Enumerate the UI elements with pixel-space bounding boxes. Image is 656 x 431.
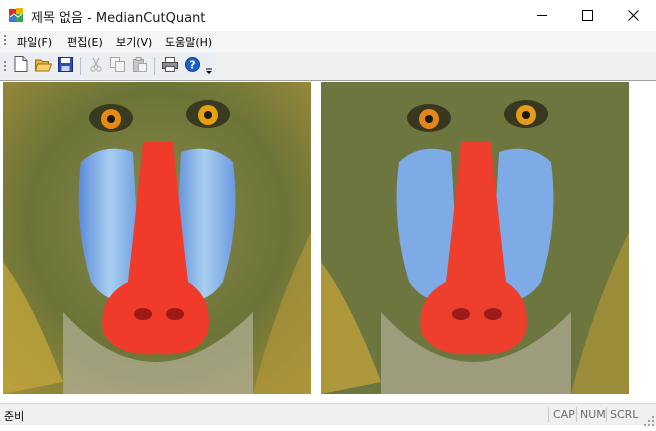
paste-button[interactable] [130, 56, 148, 76]
menu-help[interactable]: 도움말(H) [165, 34, 212, 50]
copy-icon [109, 56, 125, 76]
resize-grip-icon[interactable] [643, 412, 655, 426]
print-icon [162, 56, 178, 76]
menu-edit[interactable]: 편집(E) [67, 34, 103, 50]
menu-bar: 파일(F) 편집(E) 보기(V) 도움말(H) [0, 31, 656, 52]
status-text: 준비 [4, 410, 25, 423]
save-button[interactable] [56, 56, 74, 76]
help-button[interactable]: ? [183, 56, 201, 76]
help-icon: ? [184, 56, 200, 76]
save-icon [57, 56, 73, 76]
app-window: 제목 없음 - MedianCutQuant 파일(F) 편집(E) 보기(V)… [0, 0, 656, 426]
caps-lock-indicator: CAP [553, 408, 575, 421]
toolbar-separator [80, 57, 81, 75]
cut-icon [89, 57, 103, 76]
toolbar-separator [154, 57, 155, 75]
menu-file[interactable]: 파일(F) [17, 34, 52, 50]
window-title: 제목 없음 - MedianCutQuant [31, 11, 206, 26]
maximize-icon [581, 10, 593, 21]
quantized-image [321, 82, 629, 394]
open-button[interactable] [34, 57, 52, 75]
close-icon [627, 10, 639, 21]
num-lock-indicator: NUM [580, 408, 606, 421]
new-button[interactable] [12, 56, 30, 76]
toolbar-grip[interactable] [4, 61, 6, 73]
new-document-icon [14, 56, 28, 76]
mfc-app-icon[interactable] [8, 7, 24, 23]
copy-button[interactable] [108, 56, 126, 76]
svg-text:?: ? [189, 58, 195, 71]
maximize-button[interactable] [564, 0, 610, 31]
menubar-grip[interactable] [4, 35, 6, 47]
original-image [3, 82, 311, 394]
title-bar[interactable]: 제목 없음 - MedianCutQuant [0, 0, 656, 31]
print-button[interactable] [161, 56, 179, 76]
scroll-lock-indicator: SCRL [610, 408, 639, 421]
indicator-separator [606, 407, 607, 422]
toolbar-overflow-button[interactable] [204, 56, 214, 76]
open-folder-icon [34, 57, 52, 76]
minimize-button[interactable] [519, 0, 565, 31]
paste-icon [132, 56, 147, 76]
toolbar-overflow-icon [204, 61, 214, 80]
close-button[interactable] [610, 0, 656, 31]
client-area [0, 80, 656, 403]
indicator-separator [576, 407, 577, 422]
minimize-icon [536, 10, 548, 21]
status-bar: 준비 CAP NUM SCRL [0, 403, 656, 426]
indicator-separator [548, 407, 549, 422]
cut-button[interactable] [87, 57, 105, 75]
menu-view[interactable]: 보기(V) [116, 34, 152, 50]
toolbar: ? [0, 52, 656, 80]
